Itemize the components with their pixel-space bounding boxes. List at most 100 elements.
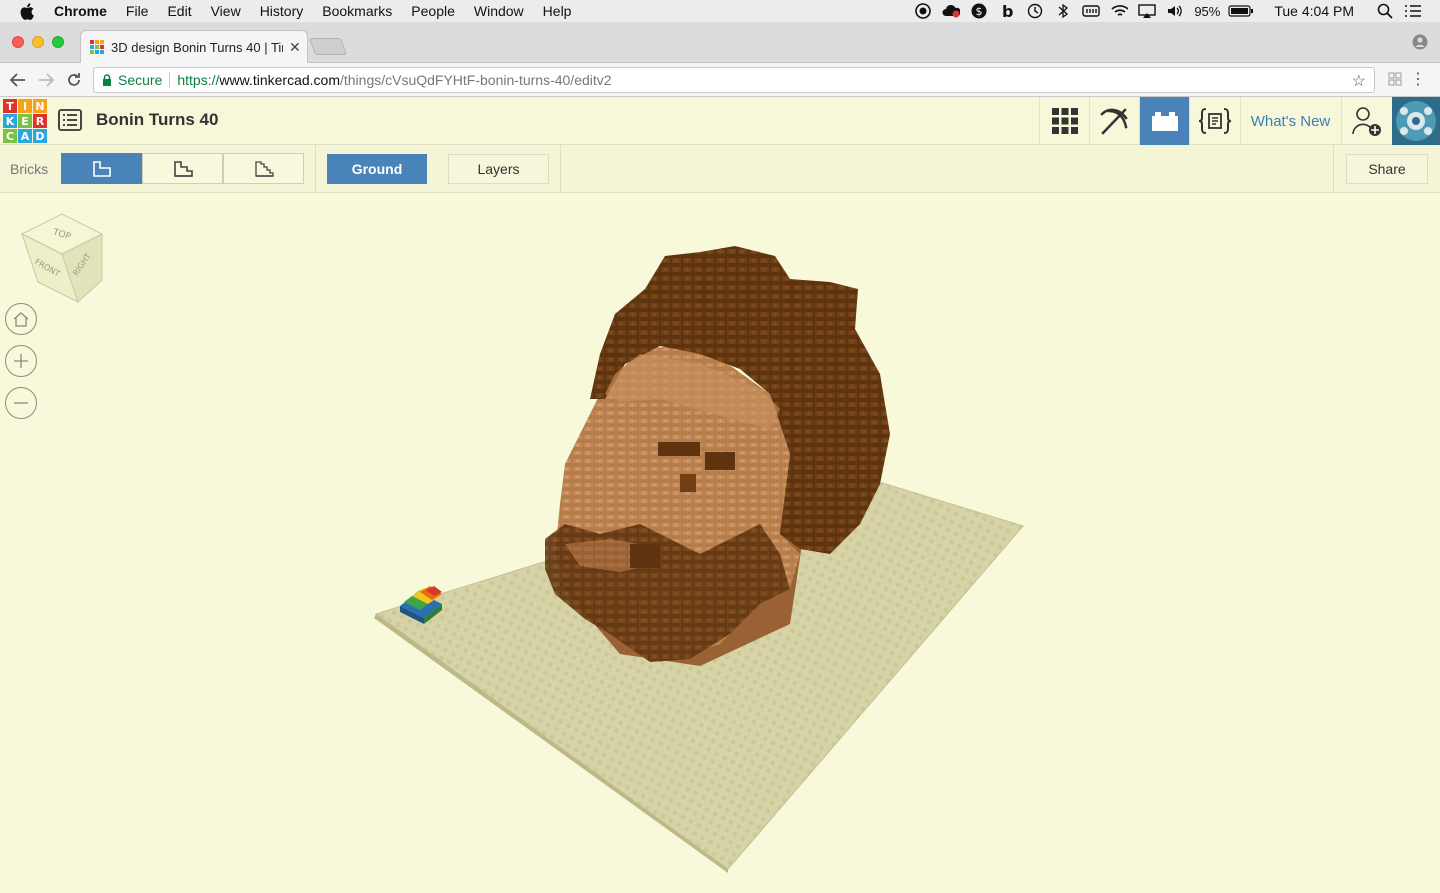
url-bar[interactable]: Secure https:// www.tinkercad.com /thing… (93, 67, 1375, 93)
forward-arrow-icon (39, 73, 54, 87)
browser-tab-active[interactable]: 3D design Bonin Turns 40 | Tin ✕ (80, 30, 308, 63)
ground-button[interactable]: Ground (327, 154, 427, 184)
brick-icon (1151, 112, 1178, 131)
browser-tabstrip: 3D design Bonin Turns 40 | Tin ✕ (0, 22, 1440, 63)
pickaxe-icon (1099, 108, 1128, 135)
minecraft-pickaxe-button[interactable] (1089, 97, 1139, 145)
sculpture-eye-right (705, 452, 735, 470)
bricks-label: Bricks (10, 161, 49, 177)
menu-edit[interactable]: Edit (167, 3, 191, 19)
browser-toolbar: Secure https:// www.tinkercad.com /thing… (0, 63, 1440, 97)
logo-letter: R (33, 114, 47, 128)
menu-bookmarks[interactable]: Bookmarks (322, 3, 392, 19)
reload-button[interactable] (64, 70, 84, 90)
design-title[interactable]: Bonin Turns 40 (96, 110, 218, 130)
battery-icon[interactable] (1228, 3, 1254, 19)
scene-canvas[interactable] (0, 194, 1440, 893)
bookmark-star-icon[interactable]: ☆ (1352, 71, 1366, 91)
menu-history[interactable]: History (260, 3, 304, 19)
wifi-icon[interactable] (1110, 3, 1129, 19)
codeblocks-button[interactable] (1189, 97, 1239, 145)
reload-icon (68, 73, 80, 86)
notification-center-icon[interactable] (1404, 3, 1422, 19)
battery-percent: 95% (1194, 3, 1221, 19)
logo-letter: K (3, 114, 17, 128)
brick-size-medium-button[interactable] (142, 153, 223, 184)
3d-workspace[interactable]: TOP FRONT RIGHT (0, 194, 1440, 893)
apple-icon[interactable] (20, 2, 38, 20)
spotlight-search-icon[interactable] (1376, 3, 1394, 19)
new-tab-button[interactable] (308, 38, 348, 55)
macos-menubar: Chrome File Edit View History Bookmarks … (0, 0, 1440, 22)
user-avatar[interactable] (1392, 97, 1440, 145)
volume-icon[interactable] (1166, 3, 1184, 19)
brick-view-button[interactable] (1139, 97, 1189, 145)
logo-letter: C (3, 129, 17, 143)
avatar-robot-icon (1396, 101, 1436, 141)
forward-button[interactable] (36, 70, 56, 90)
window-zoom-button[interactable] (52, 36, 64, 48)
logo-letter: A (18, 129, 32, 143)
share-button[interactable]: Share (1346, 154, 1428, 184)
extension-icon[interactable] (1387, 71, 1403, 87)
url-host: www.tinkercad.com (219, 72, 340, 88)
logo-letter: N (33, 99, 47, 113)
toolbar-divider (315, 145, 316, 193)
menu-help[interactable]: Help (543, 3, 572, 19)
brick-size-small-button[interactable] (61, 153, 142, 184)
sculpture-eye-left (658, 442, 700, 456)
url-path: /things/cVsuQdFYHtF-bonin-turns-40/editv… (339, 72, 612, 88)
url-scheme: https:// (177, 72, 220, 88)
memory-icon[interactable] (1082, 3, 1101, 19)
sculpture-nose (680, 474, 696, 492)
menu-window[interactable]: Window (474, 3, 524, 19)
secure-label: Secure (118, 72, 163, 88)
code-brackets-icon (1198, 108, 1231, 134)
profile-icon[interactable] (1412, 34, 1428, 50)
svg-text:$: $ (976, 5, 983, 18)
tab-title: 3D design Bonin Turns 40 | Tin (111, 39, 283, 55)
menu-app-name[interactable]: Chrome (54, 3, 107, 19)
layers-button[interactable]: Layers (448, 154, 549, 184)
chrome-menu-icon[interactable]: ⋮ (1410, 69, 1426, 89)
whats-new-link[interactable]: What's New (1240, 97, 1340, 145)
time-machine-icon[interactable] (1026, 3, 1044, 19)
add-user-button[interactable] (1341, 97, 1391, 145)
bluetooth-icon[interactable] (1054, 3, 1072, 19)
brick-step-large-icon (254, 160, 274, 177)
brick-step-small-icon (92, 160, 111, 177)
svg-text:b: b (1002, 3, 1013, 19)
lock-icon (102, 74, 112, 86)
logo-letter: E (18, 114, 32, 128)
add-user-icon (1351, 107, 1381, 136)
window-minimize-button[interactable] (32, 36, 44, 48)
logo-letter: I (18, 99, 32, 113)
tab-close-icon[interactable]: ✕ (289, 39, 301, 56)
tinkercad-favicon-icon (90, 40, 104, 54)
toolbar-divider (1333, 145, 1334, 193)
window-close-button[interactable] (12, 36, 24, 48)
url-separator (169, 72, 171, 88)
brick-size-large-button[interactable] (223, 153, 304, 184)
b-icon[interactable]: b (998, 3, 1016, 19)
grid-icon (1051, 108, 1078, 134)
airplay-icon[interactable] (1138, 3, 1157, 19)
dashboard-grid-button[interactable] (1039, 97, 1089, 145)
menubar-clock[interactable]: Tue 4:04 PM (1274, 3, 1354, 19)
tinkercad-header: T I N K E R C A D Bonin Turns 40 What's … (0, 97, 1440, 145)
back-arrow-icon (10, 73, 25, 87)
dollar-circle-icon[interactable]: $ (970, 3, 988, 19)
tinkercad-logo[interactable]: T I N K E R C A D (3, 99, 47, 143)
design-list-icon[interactable] (58, 109, 82, 131)
menu-view[interactable]: View (211, 3, 241, 19)
toolbar-divider (560, 145, 561, 193)
sculpture-cheek (630, 544, 660, 568)
record-icon[interactable] (914, 3, 932, 19)
cloud-alert-icon[interactable] (942, 3, 961, 19)
brick-step-medium-icon (173, 160, 193, 177)
menu-people[interactable]: People (411, 3, 455, 19)
menu-file[interactable]: File (126, 3, 149, 19)
logo-letter: D (33, 129, 47, 143)
back-button[interactable] (8, 70, 28, 90)
editor-toolbar: Bricks Ground Layers Share (0, 145, 1440, 193)
